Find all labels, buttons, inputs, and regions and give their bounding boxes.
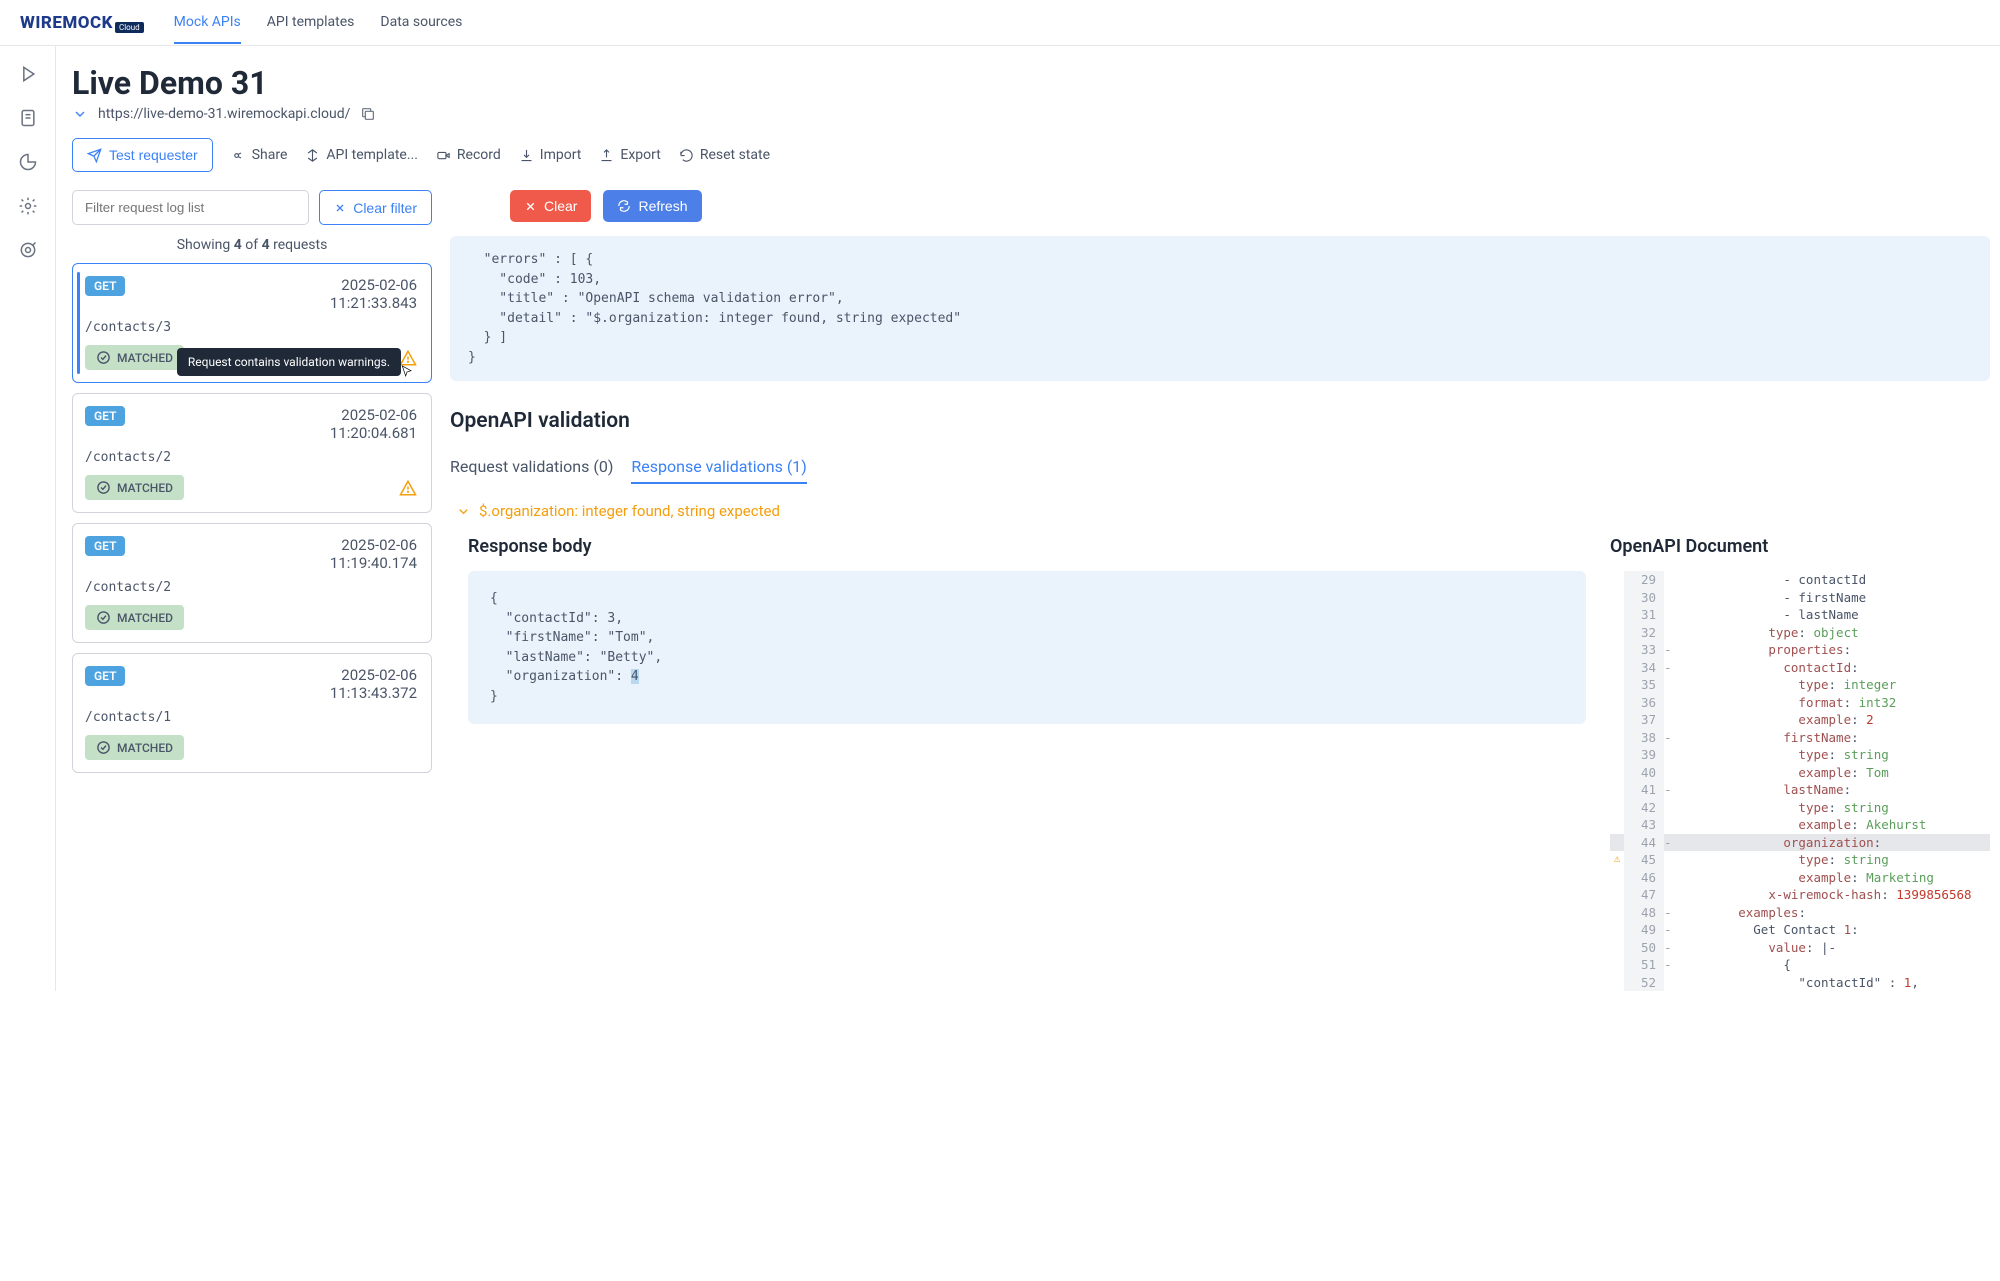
warning-icon [399, 479, 417, 497]
matched-badge: MATCHED [85, 735, 184, 760]
log-time: 11:13:43.372 [330, 684, 417, 702]
log-date: 2025-02-06 [330, 406, 417, 424]
refresh-button[interactable]: Refresh [603, 190, 701, 222]
logo-text: WIREMOCK [20, 13, 113, 33]
reset-state-button[interactable]: Reset state [679, 147, 770, 163]
log-date: 2025-02-06 [330, 276, 417, 294]
logo-badge: Cloud [115, 22, 144, 33]
yaml-line: 31 - lastName [1610, 606, 1990, 624]
yaml-line: 40 example: Tom [1610, 764, 1990, 782]
validation-tooltip: Request contains validation warnings. [177, 348, 401, 376]
matched-badge: MATCHED [85, 605, 184, 630]
tab-request-validations[interactable]: Request validations (0) [450, 457, 613, 484]
yaml-line: 49- Get Contact 1: [1610, 921, 1990, 939]
yaml-line: 47 x-wiremock-hash: 1399856568 [1610, 886, 1990, 904]
showing-count: Showing 4 of 4 requests [72, 237, 432, 253]
yaml-line: 38- firstName: [1610, 729, 1990, 747]
log-card[interactable]: GET 2025-02-0611:19:40.174/contacts/2 MATC… [72, 523, 432, 643]
method-badge: GET [85, 406, 125, 426]
log-path: /contacts/1 [85, 710, 417, 725]
play-icon[interactable] [18, 64, 38, 84]
matched-badge: MATCHED [85, 475, 184, 500]
yaml-line: 41- lastName: [1610, 781, 1990, 799]
nav-tab-data-sources[interactable]: Data sources [380, 2, 462, 44]
page-title: Live Demo 31 [72, 64, 1980, 102]
log-time: 11:19:40.174 [330, 554, 417, 572]
method-badge: GET [85, 276, 125, 296]
nav-tab-mock-apis[interactable]: Mock APIs [174, 2, 241, 44]
yaml-line: 50- value: |- [1610, 939, 1990, 957]
log-path: /contacts/2 [85, 450, 417, 465]
yaml-line: 37 example: 2 [1610, 711, 1990, 729]
yaml-line: 39 type: string [1610, 746, 1990, 764]
log-time: 11:21:33.843 [330, 294, 417, 312]
response-body-title: Response body [450, 536, 1586, 557]
openapi-document-code: 29 - contactId30 - firstName31 - lastNam… [1610, 571, 1990, 991]
api-template-button[interactable]: API template... [305, 147, 418, 163]
yaml-line: 42 type: string [1610, 799, 1990, 817]
filter-input[interactable] [72, 190, 309, 225]
log-card[interactable]: GET 2025-02-0611:20:04.681/contacts/2 MATC… [72, 393, 432, 513]
response-body-code: { "contactId": 3, "firstName": "Tom", "l… [468, 571, 1586, 724]
copy-icon[interactable] [360, 106, 376, 122]
yaml-line: 48- examples: [1610, 904, 1990, 922]
nav-tab-api-templates[interactable]: API templates [267, 2, 355, 44]
cursor-icon [399, 364, 415, 380]
document-icon[interactable] [18, 108, 38, 128]
gear-icon[interactable] [18, 196, 38, 216]
yaml-line: 35 type: integer [1610, 676, 1990, 694]
log-path: /contacts/3 [85, 320, 417, 335]
yaml-line: 52 "contactId" : 1, [1610, 974, 1990, 992]
error-response-block: "errors" : [ { "code" : 103, "title" : "… [450, 236, 1990, 381]
log-date: 2025-02-06 [330, 666, 417, 684]
yaml-line: 44- organization: [1610, 834, 1990, 852]
yaml-line: 29 - contactId [1610, 571, 1990, 589]
log-date: 2025-02-06 [330, 536, 417, 554]
yaml-line: ⚠45 type: string [1610, 851, 1990, 869]
record-button[interactable]: Record [436, 147, 501, 163]
test-requester-label: Test requester [109, 147, 198, 163]
chevron-down-icon[interactable] [72, 106, 88, 122]
yaml-line: 36 format: int32 [1610, 694, 1990, 712]
chart-icon[interactable] [18, 152, 38, 172]
log-card[interactable]: GET 2025-02-0611:13:43.372/contacts/1 MATC… [72, 653, 432, 773]
yaml-line: 33- properties: [1610, 641, 1990, 659]
side-rail [0, 46, 56, 991]
yaml-line: 43 example: Akehurst [1610, 816, 1990, 834]
matched-badge: MATCHED [85, 345, 184, 370]
clear-button[interactable]: Clear [510, 190, 591, 222]
top-nav: WIREMOCK Cloud Mock APIs API templates D… [0, 0, 2000, 46]
openapi-document-title: OpenAPI Document [1610, 536, 1990, 557]
validation-tabs: Request validations (0) Response validat… [450, 457, 1990, 484]
import-button[interactable]: Import [519, 147, 582, 163]
test-requester-button[interactable]: Test requester [72, 138, 213, 172]
share-button[interactable]: Share [231, 147, 288, 163]
yaml-line: 32 type: object [1610, 624, 1990, 642]
tab-response-validations[interactable]: Response validations (1) [631, 457, 806, 484]
nav-tabs: Mock APIs API templates Data sources [174, 2, 463, 44]
yaml-line: 46 example: Marketing [1610, 869, 1990, 887]
method-badge: GET [85, 666, 125, 686]
yaml-line: 30 - firstName [1610, 589, 1990, 607]
target-icon[interactable] [18, 240, 38, 260]
logo[interactable]: WIREMOCK Cloud [20, 13, 144, 33]
openapi-validation-title: OpenAPI validation [450, 409, 1990, 433]
method-badge: GET [85, 536, 125, 556]
log-time: 11:20:04.681 [330, 424, 417, 442]
yaml-line: 51- { [1610, 956, 1990, 974]
log-list: GET2025-02-0611:21:33.843/contacts/3MATC… [72, 263, 432, 773]
log-card[interactable]: GET 2025-02-0611:21:33.843/contacts/3 MATC… [72, 263, 432, 383]
clear-filter-button[interactable]: Clear filter [319, 190, 432, 225]
yaml-line: 34- contactId: [1610, 659, 1990, 677]
log-path: /contacts/2 [85, 580, 417, 595]
api-url: https://live-demo-31.wiremockapi.cloud/ [98, 106, 350, 122]
export-button[interactable]: Export [599, 147, 660, 163]
validation-message[interactable]: $.organization: integer found, string ex… [450, 502, 1990, 520]
